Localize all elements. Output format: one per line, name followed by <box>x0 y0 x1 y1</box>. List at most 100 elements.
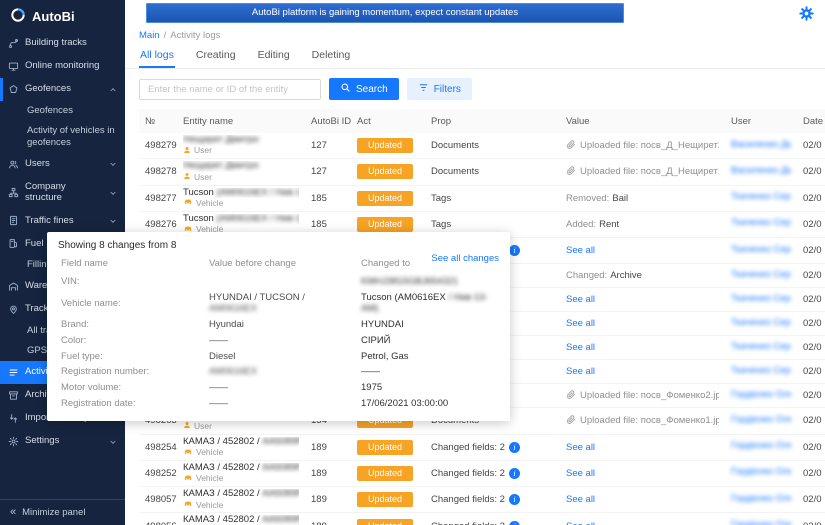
see-all-link[interactable]: See all <box>566 468 595 479</box>
filters-button[interactable]: Filters <box>406 78 472 100</box>
minimize-label: Minimize panel <box>22 507 86 518</box>
see-all-link[interactable]: See all <box>566 245 595 256</box>
user-link[interactable]: Ткаченко Сергій <box>731 293 791 304</box>
change-before: HYUNDAI / TUCSON / АМ0616ЕХ <box>209 291 305 315</box>
change-row: Registration number: АМ0616ЕХ —— <box>58 364 499 380</box>
sidebar-item-settings[interactable]: Settings <box>0 430 125 453</box>
cell-date: 02/0 <box>797 263 825 289</box>
entity-type: User <box>183 172 299 182</box>
see-all-link[interactable]: See all <box>566 442 595 453</box>
entity-name: Нещирет Дмитро <box>183 135 259 145</box>
cell-value: See all <box>560 287 725 313</box>
act-badge: Updated <box>357 518 413 525</box>
entity-type: Vehicle <box>183 473 299 484</box>
see-all-link[interactable]: See all <box>566 342 595 353</box>
cell-value: Uploaded file: посв_Фоменко2.jpg <box>560 383 725 409</box>
cell-date: 02/0 <box>797 287 825 313</box>
user-link[interactable]: Ткаченко Сергій <box>731 269 791 280</box>
change-after: Tucson (АМ0616ЕХ / Нив-13-АМ) <box>361 291 488 315</box>
info-icon[interactable]: i <box>508 245 520 257</box>
see-all-changes-link[interactable]: See all changes <box>431 253 499 264</box>
user-link[interactable]: Ткаченко Сергій <box>731 341 791 352</box>
entity-type: Vehicle <box>183 500 299 510</box>
info-icon[interactable]: i <box>508 520 520 525</box>
entity-name: КАМАЗ / 452802 / АА5089РХ <box>183 436 299 447</box>
sidebar-item-traffic-fines[interactable]: Traffic fines <box>0 209 125 232</box>
sidebar-item-users[interactable]: Users <box>0 153 125 176</box>
settings-icon <box>8 436 19 447</box>
app-logo[interactable]: AutoBi <box>0 0 125 32</box>
cell-date: 02/0 <box>797 407 825 435</box>
entity-name: КАМАЗ / 452802 / АА5089РХ <box>183 462 299 473</box>
sidebar-item-label: Geofences <box>25 83 71 95</box>
cell-prop: Documents <box>425 158 560 186</box>
user-link[interactable]: Гордієнко Олексій <box>731 389 791 400</box>
change-before <box>206 274 358 290</box>
tab-all-logs[interactable]: All logs <box>139 43 175 68</box>
sidebar-item-building-tracks[interactable]: Building tracks <box>0 32 125 55</box>
cell-user: Ткаченко Сергій <box>725 287 797 313</box>
sidebar-subitem-geofences[interactable]: Geofences <box>0 101 125 121</box>
search-input[interactable] <box>139 78 321 100</box>
see-all-link[interactable]: See all <box>566 318 595 329</box>
user-link[interactable]: Гордієнко Олексій <box>731 519 791 525</box>
act-badge: Updated <box>357 164 413 180</box>
user-link[interactable]: Ткаченко Сергій <box>731 191 791 202</box>
sidebar-item-online-monitoring[interactable]: Online monitoring <box>0 55 125 78</box>
cell-entity: Tucson (АМ0616ЕХ / Нив-13-АМ)Vehicle <box>177 185 305 212</box>
entity-type: Vehicle <box>183 447 299 458</box>
table-row: 498279 Нещирет Дмитро User 127 Updated Docume… <box>139 133 825 160</box>
info-icon[interactable]: i <box>508 441 520 453</box>
cell-entry-number: 498278 <box>139 158 177 186</box>
user-link[interactable]: Гордієнко Олексій <box>731 414 791 425</box>
change-field: Brand: <box>61 319 89 331</box>
see-all-link[interactable]: See all <box>566 366 595 377</box>
changes-column-header-1: Value before change <box>209 258 296 269</box>
cell-prop: Documents <box>425 133 560 160</box>
column-header-3: Act <box>351 109 425 133</box>
vehicle-icon <box>183 198 193 208</box>
info-icon[interactable]: i <box>508 494 520 506</box>
info-icon[interactable]: i <box>508 467 520 479</box>
change-before: —— <box>209 334 228 346</box>
see-all-link[interactable]: See all <box>566 494 595 505</box>
entity-type: User <box>183 146 299 156</box>
company-icon <box>8 187 19 198</box>
breadcrumb-main-link[interactable]: Main <box>139 30 160 41</box>
user-link[interactable]: Гордієнко Олексій <box>731 493 791 504</box>
geofence-icon <box>8 84 19 95</box>
settings-gear-icon[interactable] <box>798 5 815 22</box>
tab-deleting[interactable]: Deleting <box>311 43 352 68</box>
change-after: 1975 <box>361 382 383 394</box>
sidebar-item-geofences[interactable]: Geofences <box>0 78 125 101</box>
user-link[interactable]: Гордієнко Олексій <box>731 440 791 451</box>
cell-prop: Changed fields: 2i <box>425 434 560 461</box>
cell-autobi-id: 127 <box>305 158 351 186</box>
tab-creating[interactable]: Creating <box>195 43 237 68</box>
user-link[interactable]: Ткаченко Сергій <box>731 317 791 328</box>
sidebar-subitem-activity-of-vehicles-in-geofences[interactable]: Activity of vehicles in geofences <box>0 121 125 153</box>
user-link[interactable]: Василенко Дмитро <box>731 165 791 176</box>
user-link[interactable]: Ткаченко Сергій <box>731 365 791 376</box>
sidebar-item-company-structure[interactable]: Company structure <box>0 176 125 210</box>
cell-value: Removed: Bail <box>560 185 725 212</box>
user-link[interactable]: Василенко Дмитро <box>731 139 791 150</box>
tracking-icon <box>8 304 19 315</box>
user-link[interactable]: Гордієнко Олексій <box>731 466 791 477</box>
cell-value: See all <box>560 237 725 265</box>
change-after: HYUNDAI <box>361 319 404 331</box>
search-button[interactable]: Search <box>329 78 399 100</box>
tab-editing[interactable]: Editing <box>257 43 291 68</box>
entity-type: Vehicle <box>183 198 299 208</box>
cell-user: Гордієнко Олексій <box>725 486 797 514</box>
see-all-link[interactable]: See all <box>566 521 595 525</box>
cell-autobi-id: 185 <box>305 185 351 212</box>
change-after: 17/06/2021 03:00:00 <box>361 397 449 409</box>
see-all-link[interactable]: See all <box>566 294 595 305</box>
chevron-down-icon <box>109 217 117 225</box>
vehicle-icon <box>183 500 193 510</box>
user-link[interactable]: Ткаченко Сергій <box>731 217 791 228</box>
cell-value: See all <box>560 335 725 361</box>
minimize-panel-button[interactable]: « Minimize panel <box>0 499 125 525</box>
user-link[interactable]: Ткаченко Сергій <box>731 244 791 255</box>
